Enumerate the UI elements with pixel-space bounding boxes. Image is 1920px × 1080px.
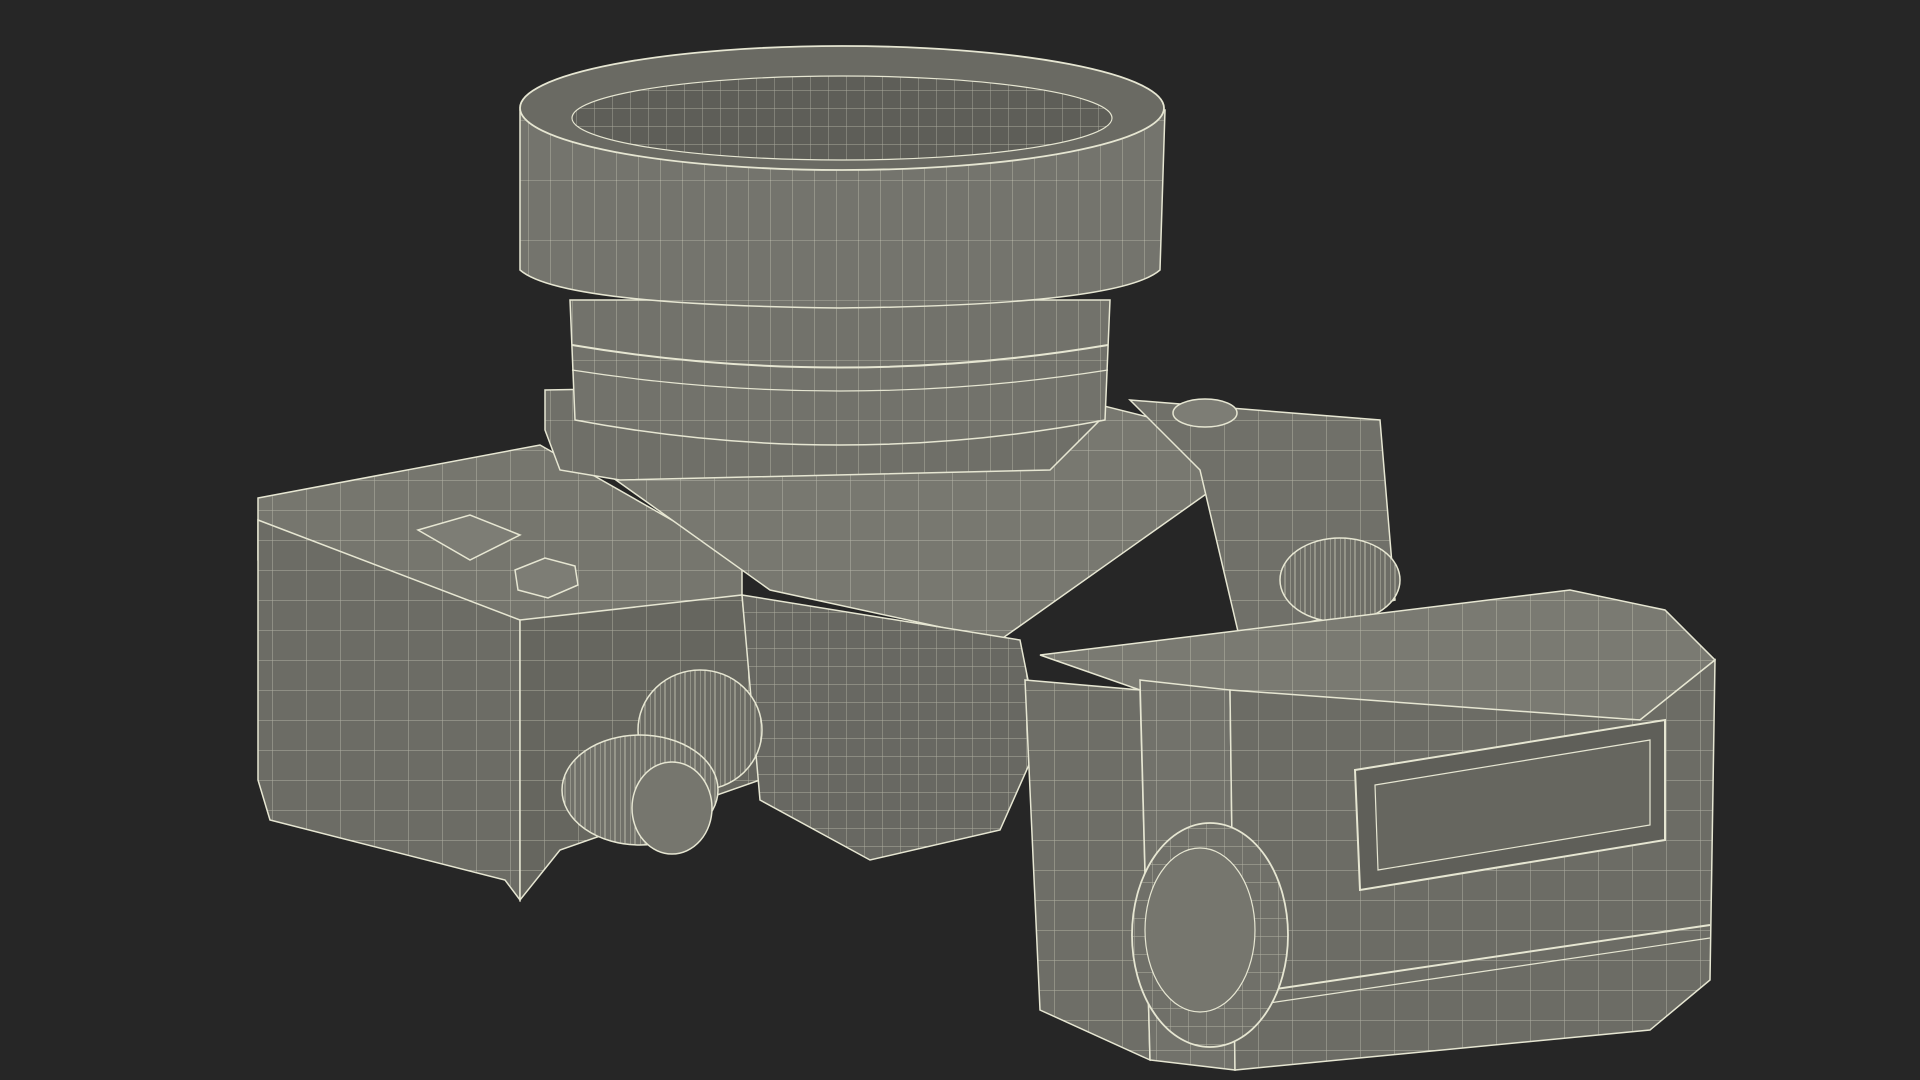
end-dial: [1131, 822, 1289, 1048]
top-button-right: [1172, 398, 1238, 428]
left-knob-cap: [631, 761, 713, 855]
render-viewport: [0, 0, 1920, 1080]
camera-wireframe-model: [257, 45, 1717, 1071]
lens-assembly: [519, 45, 1166, 481]
viewfinder-block: [1024, 589, 1717, 1071]
right-knob: [1279, 537, 1401, 623]
end-dial-inner: [1144, 847, 1256, 1013]
